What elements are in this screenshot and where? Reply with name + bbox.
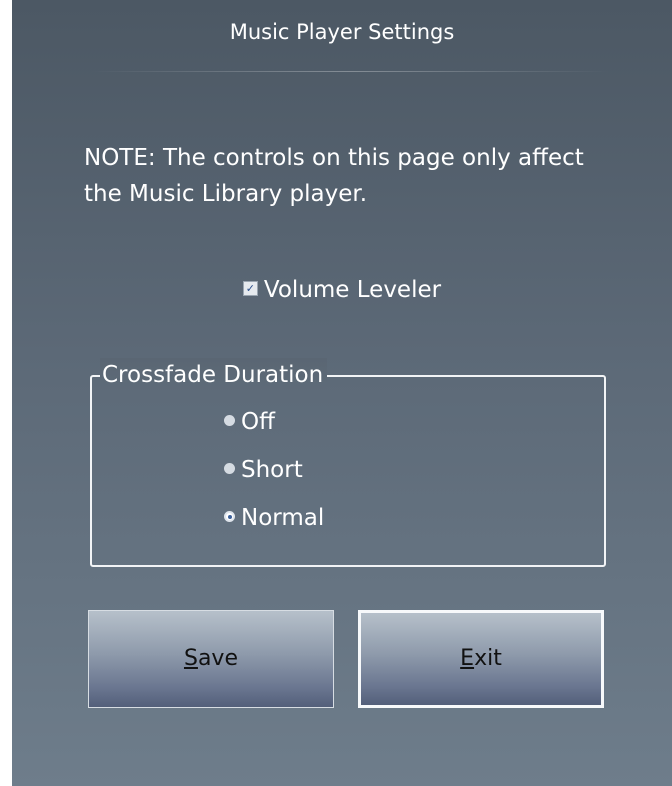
radio-off-button[interactable]	[224, 415, 235, 426]
settings-window: Music Player Settings NOTE: The controls…	[12, 0, 672, 786]
save-button[interactable]: Save	[88, 610, 334, 708]
window-title: Music Player Settings	[229, 20, 455, 44]
volume-leveler-label: Volume Leveler	[263, 277, 442, 303]
save-accelerator: S	[183, 646, 198, 671]
radio-off-label: Off	[241, 409, 275, 435]
note-text: NOTE: The controls on this page only aff…	[84, 145, 584, 207]
radio-option-short[interactable]: Short	[224, 455, 303, 485]
volume-leveler-checkbox-row[interactable]: ✓ Volume Leveler	[12, 275, 672, 305]
radio-short-label: Short	[241, 457, 303, 483]
exit-button[interactable]: Exit	[358, 610, 604, 708]
radio-normal-label: Normal	[241, 505, 325, 531]
radio-short-button[interactable]	[224, 463, 235, 474]
crossfade-duration-group: Crossfade Duration Off Short Normal	[90, 358, 606, 567]
volume-leveler-checkbox[interactable]: ✓	[242, 281, 258, 296]
exit-label: xit	[474, 646, 502, 671]
save-label: ave	[197, 646, 238, 671]
title-divider	[90, 71, 610, 72]
radio-option-normal[interactable]: Normal	[224, 503, 324, 533]
radio-normal-button[interactable]	[224, 511, 235, 522]
radio-option-off[interactable]: Off	[224, 407, 275, 437]
exit-accelerator: E	[460, 646, 475, 671]
crossfade-duration-legend: Crossfade Duration	[100, 358, 328, 392]
